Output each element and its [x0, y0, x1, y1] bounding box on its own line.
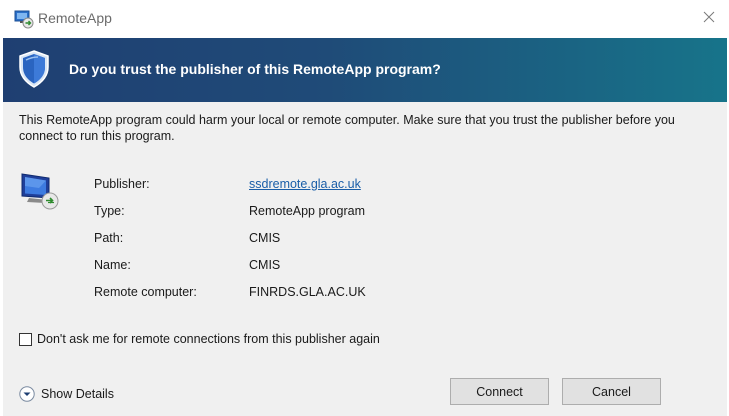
title-bar: RemoteApp [0, 0, 729, 38]
connect-button[interactable]: Connect [450, 378, 549, 405]
close-button[interactable] [689, 0, 729, 38]
window-title: RemoteApp [38, 10, 112, 26]
trust-banner: Do you trust the publisher of this Remot… [3, 38, 727, 102]
name-label: Name: [94, 258, 131, 272]
warning-text: This RemoteApp program could harm your l… [19, 113, 675, 143]
shield-icon [18, 50, 50, 88]
chevron-down-icon[interactable] [19, 386, 35, 402]
show-details-toggle[interactable]: Show Details [19, 386, 114, 402]
remote-computer-label: Remote computer: [94, 285, 197, 299]
dont-ask-label[interactable]: Don't ask me for remote connections from… [37, 332, 380, 346]
remote-computer-value: FINRDS.GLA.AC.UK [249, 285, 366, 299]
name-value: CMIS [249, 258, 281, 272]
type-value: RemoteApp program [249, 204, 366, 218]
type-label: Type: [94, 204, 125, 218]
close-icon [703, 10, 715, 28]
remote-computer-icon [19, 170, 63, 214]
publisher-label: Publisher: [94, 177, 150, 191]
path-label: Path: [94, 231, 124, 245]
show-details-label[interactable]: Show Details [41, 387, 114, 401]
remoteapp-icon [14, 9, 34, 29]
dont-ask-option[interactable]: Don't ask me for remote connections from… [19, 332, 380, 346]
dont-ask-checkbox[interactable] [19, 332, 32, 346]
cancel-button[interactable]: Cancel [562, 378, 661, 405]
banner-question: Do you trust the publisher of this Remot… [69, 61, 441, 77]
dialog-content: This RemoteApp program could harm your l… [3, 102, 727, 416]
path-value: CMIS [249, 231, 281, 245]
publisher-link[interactable]: ssdremote.gla.ac.uk [249, 177, 361, 191]
